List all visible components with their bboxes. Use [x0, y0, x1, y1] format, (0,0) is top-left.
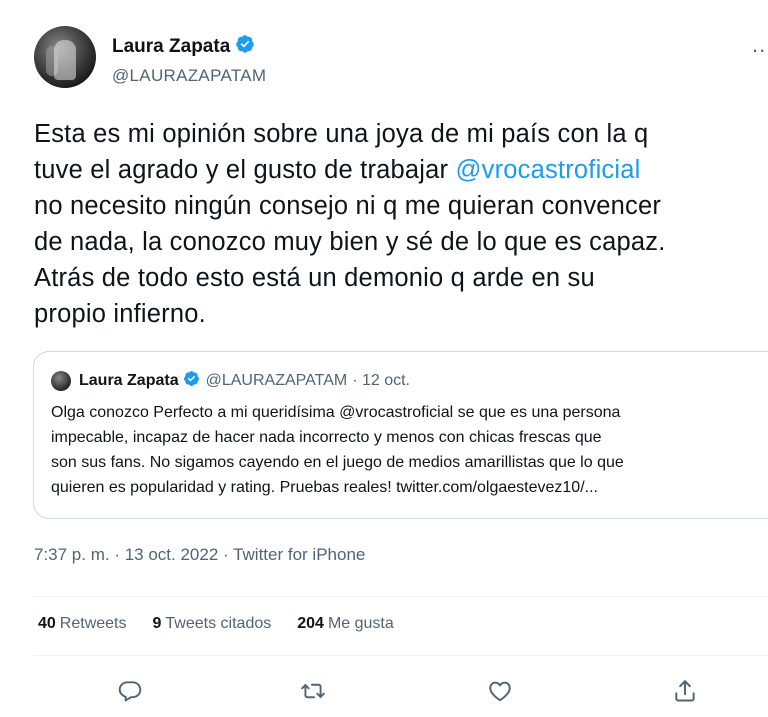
quote-tweets-label: Tweets citados [165, 615, 272, 632]
quoted-author-avatar [51, 371, 71, 391]
retweets-stat[interactable]: 40 Retweets [38, 615, 127, 633]
reply-icon[interactable] [117, 678, 143, 704]
likes-stat[interactable]: 204 Me gusta [297, 615, 394, 633]
quoted-tweet-date: · 12 oct. [352, 372, 410, 389]
quoted-tweet[interactable]: Laura Zapata @LAURAZAPATAM · 12 oct. Olg… [33, 351, 768, 519]
retweet-icon[interactable] [300, 678, 326, 704]
quoted-author-name: Laura Zapata [79, 372, 179, 389]
like-icon[interactable] [487, 678, 513, 704]
more-options-icon[interactable]: ... [752, 32, 768, 58]
mention-link[interactable]: @vrocastroficial [456, 156, 641, 184]
tweet-stats: 40 Retweets 9 Tweets citados 204 Me gusta [38, 615, 420, 633]
tweet-actions [0, 670, 768, 710]
likes-count: 204 [297, 615, 324, 632]
verified-badge-icon [179, 370, 206, 392]
divider [33, 596, 768, 597]
verified-badge-icon [230, 34, 255, 59]
tweet-text-part: no necesito ningún consejo ni q me quier… [34, 192, 666, 328]
tweet-text: Esta es mi opinión sobre una joya de mi … [34, 116, 768, 332]
quote-tweets-count: 9 [152, 615, 162, 632]
author-handle[interactable]: @LAURAZAPATAM [112, 66, 266, 86]
retweets-count: 40 [38, 615, 56, 632]
quoted-author-handle: @LAURAZAPATAM [205, 372, 348, 389]
tweet-timestamp[interactable]: 7:37 p. m. · 13 oct. 2022 · Twitter for … [34, 545, 365, 565]
quoted-tweet-header: Laura Zapata @LAURAZAPATAM · 12 oct. [51, 370, 410, 392]
author-avatar[interactable] [34, 26, 96, 88]
author-name[interactable]: Laura Zapata [112, 36, 230, 58]
author-block: Laura Zapata @LAURAZAPATAM [112, 34, 266, 86]
quote-tweets-stat[interactable]: 9 Tweets citados [153, 615, 272, 633]
divider [33, 655, 768, 656]
retweets-label: Retweets [59, 615, 127, 632]
quoted-tweet-text: Olga conozco Perfecto a mi queridísima @… [51, 404, 624, 496]
likes-label: Me gusta [327, 615, 394, 632]
share-icon[interactable] [672, 678, 698, 704]
